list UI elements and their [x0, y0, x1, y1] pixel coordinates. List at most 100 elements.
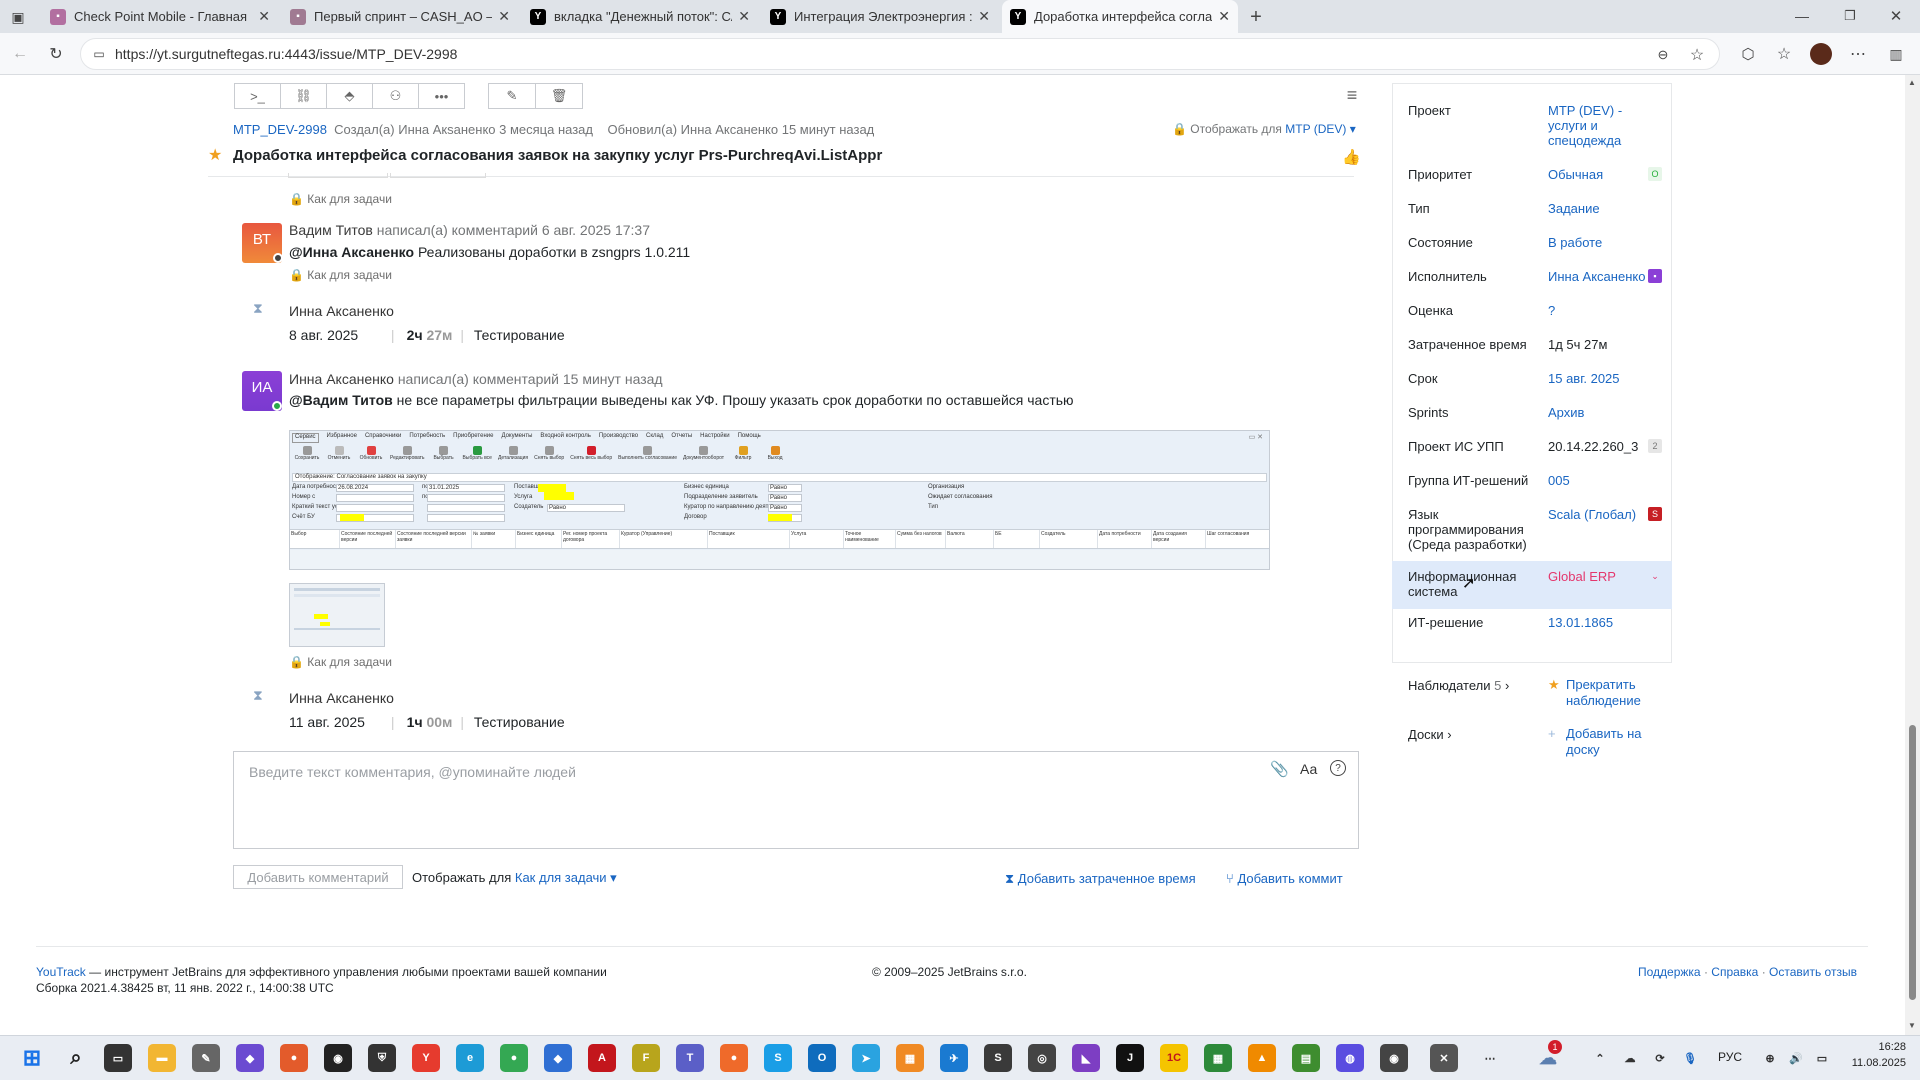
comment-author[interactable]: Вадим Титов	[289, 222, 373, 238]
field-row[interactable]: Проект ИС УПП 20.14.22.260_3 2	[1392, 431, 1672, 461]
close-icon[interactable]: ✕	[258, 8, 270, 25]
add-spent-time-button[interactable]: ⧗ Добавить затраченное время	[1005, 871, 1196, 887]
comment-visibility[interactable]: 🔒 Как для задачи	[289, 268, 392, 282]
field-row[interactable]: Срок 15 авг. 2025	[1392, 363, 1672, 393]
field-row[interactable]: Тип Задание	[1392, 193, 1672, 223]
language-indicator[interactable]: РУС	[1718, 1050, 1742, 1064]
app-icon[interactable]: ◍	[1336, 1044, 1364, 1072]
add-to-board-button[interactable]: + Добавить на доску	[1548, 726, 1668, 758]
help-icon[interactable]: ?	[1330, 760, 1346, 776]
sync-icon[interactable]: ⟳	[1646, 1044, 1674, 1072]
app-icon[interactable]: ◆	[544, 1044, 572, 1072]
boards-toggle[interactable]: Доски ›	[1408, 727, 1452, 742]
field-value[interactable]: Scala (Глобал)	[1548, 507, 1658, 522]
attachment-screenshot[interactable]: Сервис Избранное Справочники Потребность При…	[289, 430, 1270, 570]
youtrack-link[interactable]: YouTrack	[36, 965, 86, 979]
microphone-icon[interactable]: 🎙	[1676, 1044, 1704, 1072]
field-row[interactable]: Проект MTP (DEV) - услуги и спецодежда	[1392, 95, 1672, 148]
field-value[interactable]: Обычная	[1548, 167, 1658, 182]
site-info-icon[interactable]: ▭	[91, 46, 107, 62]
chrome-icon[interactable]: ●	[500, 1044, 528, 1072]
far-manager-icon[interactable]: F	[632, 1044, 660, 1072]
tab-sprint[interactable]: ▪ Первый спринт – CASH_AO – Д ✕	[282, 0, 518, 33]
field-value[interactable]: Global ERP	[1548, 569, 1658, 584]
chrome-canary-icon[interactable]: ●	[280, 1044, 308, 1072]
yandex-icon[interactable]: Y	[412, 1044, 440, 1072]
field-value[interactable]: 20.14.22.260_3	[1548, 439, 1658, 454]
close-icon[interactable]: ✕	[1218, 8, 1230, 25]
app-icon[interactable]: ◆	[236, 1044, 264, 1072]
command-button[interactable]: >_	[234, 83, 281, 109]
field-value[interactable]: 15 авг. 2025	[1548, 371, 1658, 386]
sidebar-icon[interactable]: ▥	[1884, 42, 1908, 66]
window-close-icon[interactable]: ✕	[1884, 6, 1908, 26]
reader-icon[interactable]: ⊖	[1653, 45, 1673, 65]
comment-visibility-selector[interactable]: Отображать для Как для задачи ▾	[412, 870, 617, 886]
teams-icon[interactable]: T	[676, 1044, 704, 1072]
field-row[interactable]: Информационная система Global ERP ⌄	[1392, 561, 1672, 609]
visibility-value[interactable]: MTP (DEV)	[1285, 122, 1346, 136]
edit-button[interactable]: ✎	[488, 83, 536, 109]
help-link[interactable]: Справка	[1711, 965, 1758, 979]
visual-studio-icon[interactable]: ◣	[1072, 1044, 1100, 1072]
stop-watching-button[interactable]: ★ Прекратить наблюдение	[1548, 677, 1668, 709]
app-icon[interactable]: ▤	[1292, 1044, 1320, 1072]
cloud-icon[interactable]: ☁	[1616, 1044, 1644, 1072]
jetbrains-icon[interactable]: J	[1116, 1044, 1144, 1072]
star-icon[interactable]: ★	[208, 145, 222, 165]
close-icon[interactable]: ✕	[738, 8, 750, 25]
field-row[interactable]: Sprints Архив	[1392, 397, 1672, 427]
app-icon[interactable]: ▦	[896, 1044, 924, 1072]
add-commit-button[interactable]: ⑂ Добавить коммит	[1226, 871, 1343, 886]
field-value[interactable]: 1д 5ч 27м	[1548, 337, 1658, 352]
comment-mention[interactable]: @Вадим Титов	[289, 392, 393, 408]
watchers-toggle[interactable]: Наблюдатели 5 ›	[1408, 678, 1509, 693]
visibility-value[interactable]: Как для задачи	[515, 870, 607, 885]
scroll-down-icon[interactable]: ▼	[1908, 1021, 1916, 1030]
app-icon[interactable]: ◉	[324, 1044, 352, 1072]
field-row[interactable]: ИТ-решение 13.01.1865	[1392, 607, 1672, 637]
chevron-up-icon[interactable]: ⌃	[1586, 1044, 1614, 1072]
feedback-link[interactable]: Оставить отзыв	[1769, 965, 1857, 979]
notepad-icon[interactable]: ✎	[192, 1044, 220, 1072]
more-menu-icon[interactable]: ⋯	[1846, 42, 1870, 66]
field-row[interactable]: Затраченное время 1д 5ч 27м	[1392, 329, 1672, 359]
field-value[interactable]: MTP (DEV) - услуги и спецодежда	[1548, 103, 1658, 148]
reload-icon[interactable]: ↻	[44, 42, 68, 66]
field-value[interactable]: 13.01.1865	[1548, 615, 1658, 630]
link-issue-button[interactable]: ⛓	[280, 83, 327, 109]
outlook-icon[interactable]: O	[808, 1044, 836, 1072]
field-value[interactable]: В работе	[1548, 235, 1658, 250]
tab-actions-icon[interactable]: ▣	[8, 7, 28, 27]
assign-user-button[interactable]: ⚇	[372, 83, 419, 109]
attach-icon[interactable]: 📎	[1270, 760, 1289, 778]
add-comment-button[interactable]: Добавить комментарий	[233, 865, 403, 889]
scroll-up-icon[interactable]: ▲	[1908, 78, 1916, 87]
tab-current-issue[interactable]: Y Доработка интерфейса согласо ✕	[1002, 0, 1238, 33]
chevron-down-icon[interactable]: ⌄	[1648, 569, 1662, 583]
hamburger-icon[interactable]: ≡	[1342, 85, 1362, 105]
app-icon[interactable]: ◎	[1028, 1044, 1056, 1072]
page-scrollbar[interactable]: ▲ ▼	[1905, 75, 1920, 1035]
field-value[interactable]: Архив	[1548, 405, 1658, 420]
app-icon[interactable]: ▦	[1204, 1044, 1232, 1072]
acrobat-icon[interactable]: A	[588, 1044, 616, 1072]
sublime-icon[interactable]: S	[984, 1044, 1012, 1072]
favorite-star-icon[interactable]: ☆	[1687, 45, 1707, 65]
field-value[interactable]: 005	[1548, 473, 1658, 488]
app-icon[interactable]: ✕	[1430, 1044, 1458, 1072]
edge-icon[interactable]: e	[456, 1044, 484, 1072]
close-icon[interactable]: ✕	[498, 8, 510, 25]
comment-mention[interactable]: @Инна Аксаненко	[289, 244, 414, 260]
tag-button[interactable]: ⬘	[326, 83, 373, 109]
restore-icon[interactable]: ❐	[1838, 6, 1862, 26]
issue-id[interactable]: MTP_DEV-2998	[233, 122, 327, 137]
attachment-thumbnail[interactable]	[289, 583, 385, 647]
field-value[interactable]: Задание	[1548, 201, 1658, 216]
tab-integration[interactable]: Y Интеграция Электроэнергия : M ✕	[762, 0, 998, 33]
network-icon[interactable]: ⊕	[1756, 1044, 1784, 1072]
support-link[interactable]: Поддержка	[1638, 965, 1701, 979]
formatting-button[interactable]: Аа	[1300, 761, 1317, 777]
favorites-icon[interactable]: ☆	[1772, 42, 1796, 66]
search-icon[interactable]: ⌕	[62, 1044, 90, 1072]
